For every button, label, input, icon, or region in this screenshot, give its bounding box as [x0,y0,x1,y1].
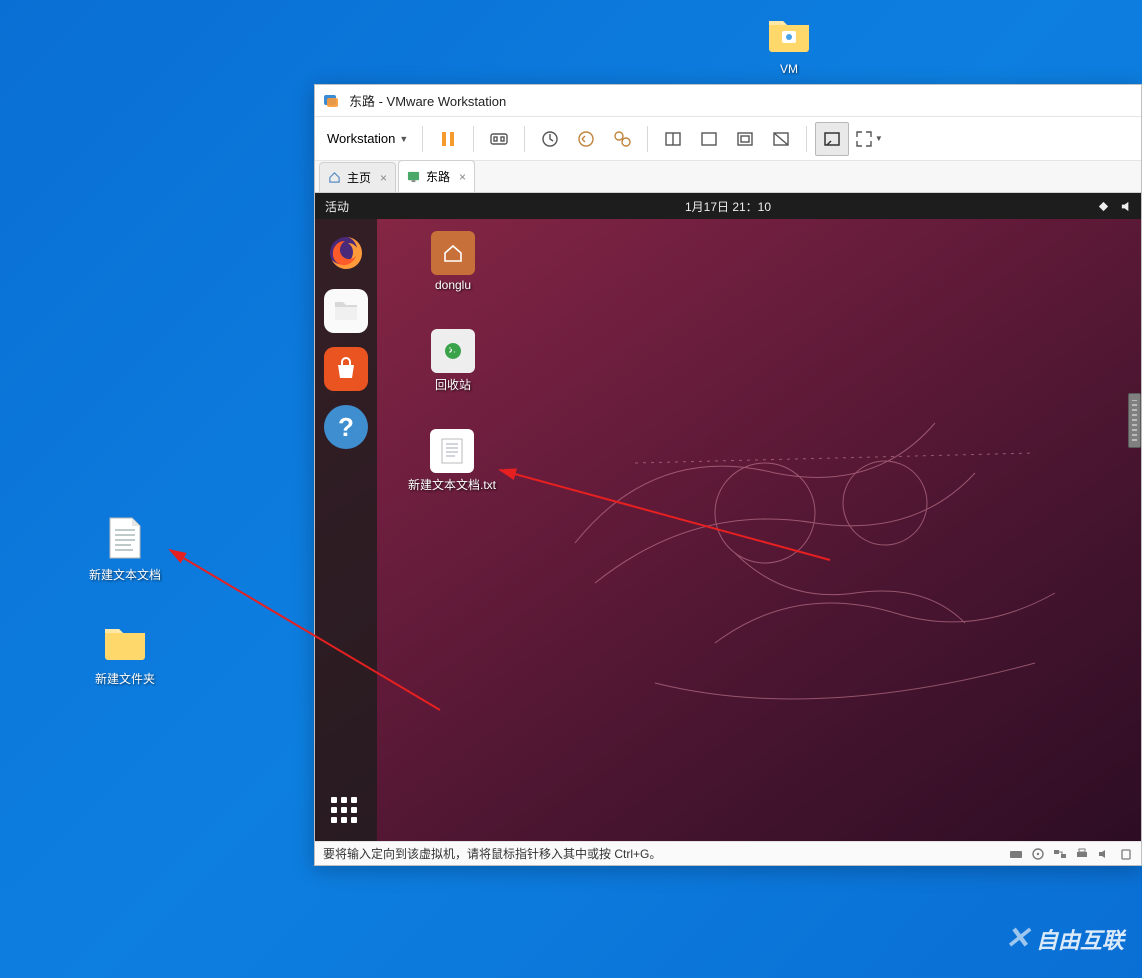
view-fit-button[interactable] [728,122,762,156]
window-title: 东路 - VMware Workstation [349,91,506,110]
activities-button[interactable]: 活动 [325,198,349,215]
desktop-icon-new-folder[interactable]: 新建文件夹 [80,618,170,687]
pause-button[interactable] [431,122,465,156]
question-icon: ? [338,412,354,443]
text-document-icon [101,514,149,562]
unity-button[interactable] [815,122,849,156]
snapshot-manager-button[interactable] [605,122,639,156]
status-bar: 要将输入定向到该虚拟机，请将鼠标指针移入其中或按 Ctrl+G。 [315,841,1141,865]
resize-handle[interactable] [1128,393,1141,448]
firefox-icon [327,234,365,272]
send-ctrl-alt-del-button[interactable] [482,122,516,156]
chevron-down-icon: ▼ [399,134,408,144]
network-adapter-icon[interactable] [1053,847,1067,861]
folder-icon [765,10,813,58]
tab-home[interactable]: 主页 × [319,162,396,192]
icon-label: donglu [435,278,471,292]
home-folder-icon [431,231,475,275]
sound-icon[interactable] [1097,847,1111,861]
dock-firefox[interactable] [324,231,368,275]
usb-icon[interactable] [1119,847,1133,861]
desktop-icon-label: VM [780,62,798,76]
status-bar-devices [1009,847,1133,861]
ubuntu-trash[interactable]: 回收站 [403,329,503,393]
dock-software[interactable] [324,347,368,391]
desktop-icon-vm-folder[interactable]: VM [744,10,834,76]
separator [422,126,423,152]
separator [473,126,474,152]
tab-guest[interactable]: 东路 × [398,160,475,192]
desktop-icon-label: 新建文件夹 [95,670,155,687]
close-icon[interactable]: × [380,171,387,185]
separator [647,126,648,152]
text-document-icon [430,429,474,473]
dock-apps-grid[interactable] [331,797,361,827]
vmware-window: 东路 - VMware Workstation Workstation ▼ ▼ … [314,84,1142,866]
folder-icon [101,618,149,666]
printer-icon[interactable] [1075,847,1089,861]
toolbar: Workstation ▼ ▼ [315,117,1141,161]
guest-display[interactable]: 活动 1月17日 21：10 ? [315,193,1141,841]
icon-label: 回收站 [435,376,471,393]
ubuntu-dock: ? [315,219,377,841]
ubuntu-text-file[interactable]: 新建文本文档.txt [387,429,517,493]
vmware-app-icon [323,93,339,109]
revert-snapshot-button[interactable] [569,122,603,156]
separator [806,126,807,152]
files-icon [333,299,359,323]
gnome-top-bar[interactable]: 活动 1月17日 21：10 [315,193,1141,219]
desktop-icon-text-doc[interactable]: 新建文本文档 [80,514,170,583]
system-tray[interactable] [1097,200,1133,213]
monitor-icon [407,170,420,183]
ubuntu-desktop[interactable]: donglu 回收站 新建文本文档.txt [377,219,1141,841]
view-single-button[interactable] [656,122,690,156]
network-icon [1097,200,1110,213]
home-icon [328,171,341,184]
icon-label: 新建文本文档.txt [408,476,496,493]
volume-icon [1120,200,1133,213]
desktop-icon-label: 新建文本文档 [89,566,161,583]
ubuntu-home-folder[interactable]: donglu [403,231,503,292]
dock-files[interactable] [324,289,368,333]
trash-icon [431,329,475,373]
watermark: ✕ 自由互联 [1005,921,1124,956]
watermark-text: 自由互联 [1036,923,1124,955]
close-icon[interactable]: × [459,170,466,184]
tab-bar: 主页 × 东路 × [315,161,1141,193]
view-free-button[interactable] [764,122,798,156]
clock[interactable]: 1月17日 21：10 [685,198,771,215]
fullscreen-button[interactable]: ▼ [851,122,885,156]
cd-icon[interactable] [1031,847,1045,861]
shopping-bag-icon [333,357,359,381]
titlebar[interactable]: 东路 - VMware Workstation [315,85,1141,117]
separator [524,126,525,152]
snapshot-button[interactable] [533,122,567,156]
dock-help[interactable]: ? [324,405,368,449]
hard-disk-icon[interactable] [1009,847,1023,861]
watermark-logo: ✕ [1005,921,1030,956]
view-side-button[interactable] [692,122,726,156]
workstation-menu[interactable]: Workstation ▼ [321,127,414,150]
status-message: 要将输入定向到该虚拟机，请将鼠标指针移入其中或按 Ctrl+G。 [323,845,661,862]
